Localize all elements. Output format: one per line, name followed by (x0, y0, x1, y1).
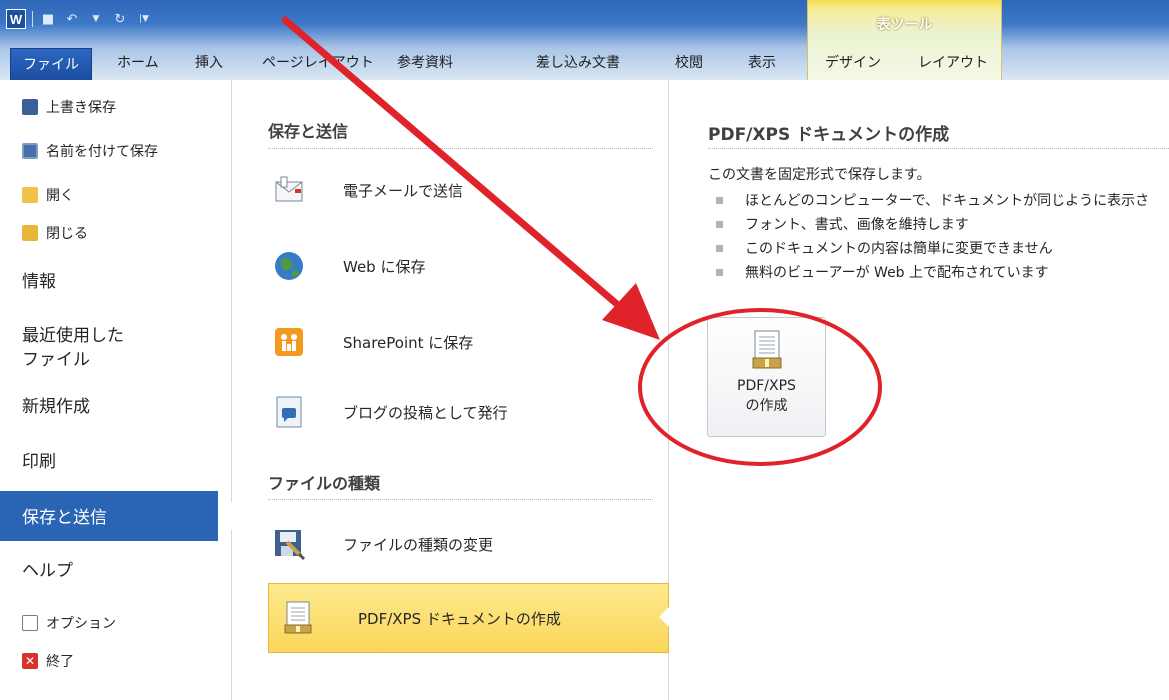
nav-save-as[interactable]: 名前を付けて保存 (22, 140, 158, 162)
tab-page-layout[interactable]: ページレイアウト (262, 46, 374, 80)
nav-exit-label: 終了 (46, 654, 74, 670)
floppy-icon (22, 99, 38, 115)
feature-bullet: ほとんどのコンピューターで、ドキュメントが同じように表示さ (716, 188, 1149, 212)
pdf-xps-title: PDF/XPS ドキュメントの作成 (708, 125, 950, 145)
nav-close-label: 閉じる (46, 226, 88, 242)
nav-info[interactable]: 情報 (22, 270, 56, 294)
folder-close-icon (22, 225, 38, 241)
web-save-label: Web に保存 (343, 257, 426, 276)
feature-text: ほとんどのコンピューターで、ドキュメントが同じように表示さ (745, 193, 1150, 209)
feature-text: 無料のビューアーが Web 上で配布されています (745, 265, 1049, 281)
options-icon (22, 615, 38, 631)
pdf-document-icon (750, 330, 784, 370)
change-file-type-label: ファイルの種類の変更 (343, 535, 494, 554)
feature-bullet: このドキュメントの内容は簡単に変更できません (716, 236, 1149, 260)
blog-icon (272, 395, 306, 429)
bullet-square-icon (716, 268, 723, 276)
nav-save-send[interactable]: 保存と送信 (0, 491, 232, 541)
tab-design[interactable]: デザイン (825, 46, 881, 80)
quick-access-toolbar: W ■ ↶ ▼ ↻ |▼ (6, 8, 153, 30)
nav-open-label: 開く (46, 188, 74, 204)
email-send-item[interactable]: 電子メールで送信 (268, 162, 653, 218)
nav-save-send-label: 保存と送信 (22, 508, 107, 528)
section-divider (268, 148, 653, 149)
selected-notch (659, 607, 669, 627)
file-type-icon (272, 527, 306, 561)
nav-close[interactable]: 閉じる (22, 222, 88, 244)
tab-layout[interactable]: レイアウト (918, 46, 988, 80)
bullet-square-icon (716, 244, 723, 252)
web-save-item[interactable]: Web に保存 (268, 238, 653, 294)
section-divider (268, 499, 653, 500)
active-notch (218, 502, 232, 530)
nav-exit[interactable]: ✕ 終了 (22, 650, 74, 672)
create-pdf-xps-item[interactable]: PDF/XPS ドキュメントの作成 (268, 583, 669, 653)
tab-review[interactable]: 校閲 (675, 46, 703, 80)
undo-icon[interactable]: ↶ (63, 11, 81, 27)
title-divider (708, 148, 1169, 149)
globe-icon (272, 249, 306, 283)
save-send-panel: 保存と送信 電子メールで送信 Web に保存 SharePoint に保存 ブロ… (232, 80, 669, 700)
pdf-xps-description: この文書を固定形式で保存します。 (708, 167, 931, 183)
customize-qat-icon[interactable]: |▼ (135, 11, 153, 27)
button-label-line2: の作成 (745, 398, 788, 414)
nav-save[interactable]: 上書き保存 (22, 96, 116, 118)
tab-references[interactable]: 参考資料 (397, 46, 453, 80)
tab-home[interactable]: ホーム (117, 46, 159, 80)
feature-text: フォント、書式、画像を維持します (745, 217, 969, 233)
nav-save-as-label: 名前を付けて保存 (46, 144, 158, 160)
tab-insert[interactable]: 挿入 (195, 46, 223, 80)
nav-save-label: 上書き保存 (46, 100, 116, 116)
feature-bullet: 無料のビューアーが Web 上で配布されています (716, 260, 1149, 284)
nav-options[interactable]: オプション (22, 612, 116, 634)
tab-mailings[interactable]: 差し込み文書 (536, 46, 620, 80)
table-tools-title: 表ツール (876, 17, 933, 33)
button-label-line1: PDF/XPS (737, 378, 796, 394)
blog-publish-item[interactable]: ブログの投稿として発行 (268, 384, 653, 440)
nav-help[interactable]: ヘルプ (22, 559, 73, 583)
feature-bullet: フォント、書式、画像を維持します (716, 212, 1149, 236)
change-file-type-item[interactable]: ファイルの種類の変更 (268, 516, 653, 572)
section-save-send-title: 保存と送信 (268, 122, 349, 141)
mail-icon (272, 173, 306, 207)
nav-print[interactable]: 印刷 (22, 450, 56, 474)
exit-icon: ✕ (22, 653, 38, 669)
save-as-icon (22, 143, 38, 159)
save-icon[interactable]: ■ (39, 11, 57, 27)
nav-open[interactable]: 開く (22, 184, 74, 206)
bullet-square-icon (716, 220, 723, 228)
qat-separator (32, 11, 33, 27)
ribbon-tabs: ファイル ホーム 挿入 ページレイアウト 参考資料 差し込み文書 校閲 表示 デ… (0, 46, 1169, 80)
nav-recent[interactable]: 最近使用した ファイル (22, 324, 124, 372)
dropdown-arrow-icon[interactable]: ▼ (87, 11, 105, 27)
redo-icon[interactable]: ↻ (111, 11, 129, 27)
folder-open-icon (22, 187, 38, 203)
create-pdf-xps-button[interactable]: PDF/XPS の作成 (707, 317, 826, 437)
feature-text: このドキュメントの内容は簡単に変更できません (745, 241, 1053, 257)
section-file-type-title: ファイルの種類 (268, 474, 381, 493)
backstage-nav: 上書き保存 名前を付けて保存 開く 閉じる 情報 最近使用した ファイル 新規作… (0, 80, 232, 700)
tab-file[interactable]: ファイル (10, 48, 92, 80)
pdf-xps-detail-pane: PDF/XPS ドキュメントの作成 この文書を固定形式で保存します。 ほとんどの… (670, 80, 1169, 700)
create-pdf-xps-label: PDF/XPS ドキュメントの作成 (358, 609, 561, 628)
sharepoint-save-label: SharePoint に保存 (343, 333, 474, 352)
nav-options-label: オプション (46, 616, 116, 632)
tab-view[interactable]: 表示 (748, 46, 776, 80)
pdf-document-icon (281, 601, 315, 635)
blog-publish-label: ブログの投稿として発行 (343, 403, 508, 422)
word-app-icon[interactable]: W (6, 9, 26, 29)
nav-new[interactable]: 新規作成 (22, 395, 90, 419)
sharepoint-icon (272, 325, 306, 359)
bullet-square-icon (716, 196, 723, 204)
sharepoint-save-item[interactable]: SharePoint に保存 (268, 314, 653, 370)
feature-list: ほとんどのコンピューターで、ドキュメントが同じように表示さ フォント、書式、画像… (716, 188, 1149, 284)
email-send-label: 電子メールで送信 (343, 181, 464, 200)
